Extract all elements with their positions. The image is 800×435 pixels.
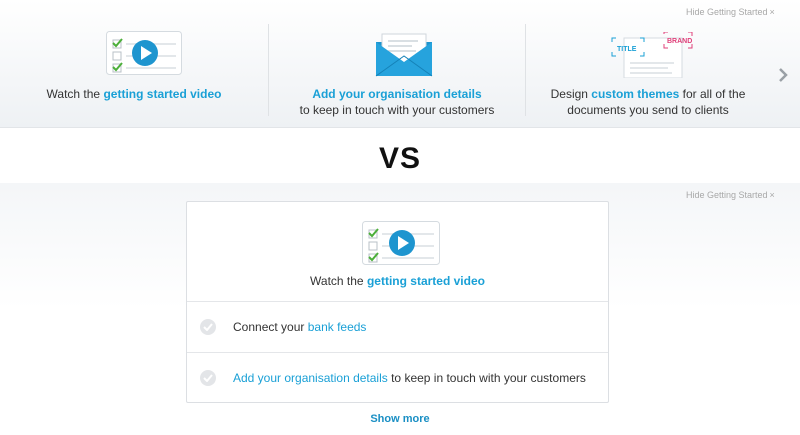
- checklist-item-text: Connect your bank feeds: [233, 320, 367, 334]
- add-organisation-details-link[interactable]: Add your organisation details: [312, 87, 481, 101]
- card-video: Watch the getting started video: [0, 0, 268, 127]
- hide-getting-started-link[interactable]: Hide Getting Started ×: [686, 190, 775, 200]
- vs-label: VS: [378, 142, 422, 175]
- check-icon: [200, 319, 216, 335]
- card-organisation-text: Add your organisation details to keep in…: [299, 87, 495, 117]
- checklist-item-text: Add your organisation details to keep in…: [233, 371, 586, 385]
- card-themes: TITLE BRAND Design custom themes for all…: [526, 0, 770, 127]
- video-checklist-icon[interactable]: [362, 221, 440, 265]
- checklist-video-text: Watch the getting started video: [310, 274, 485, 288]
- getting-started-carousel: Hide Getting Started × Watch the getting …: [0, 0, 800, 128]
- checklist-item-bank-feeds[interactable]: Connect your bank feeds: [187, 302, 608, 353]
- add-organisation-details-link[interactable]: Add your organisation details: [233, 371, 388, 385]
- card-organisation: Add your organisation details to keep in…: [269, 0, 525, 127]
- checklist-item-organisation[interactable]: Add your organisation details to keep in…: [187, 353, 608, 403]
- check-icon: [200, 370, 216, 386]
- getting-started-video-link[interactable]: getting started video: [367, 274, 485, 288]
- video-checklist-icon[interactable]: [106, 31, 182, 75]
- checklist-video-section: Watch the getting started video: [187, 202, 608, 302]
- custom-theme-icon[interactable]: TITLE BRAND: [610, 32, 694, 78]
- chevron-right-icon[interactable]: [778, 66, 788, 86]
- close-icon[interactable]: ×: [770, 7, 775, 17]
- checklist-box: Watch the getting started video Connect …: [186, 201, 609, 403]
- close-icon[interactable]: ×: [770, 190, 775, 200]
- theme-tag-title: TITLE: [617, 46, 637, 53]
- envelope-icon[interactable]: [372, 28, 436, 78]
- bank-feeds-link[interactable]: bank feeds: [308, 320, 367, 334]
- show-more-link[interactable]: Show more: [0, 413, 800, 425]
- getting-started-video-link[interactable]: getting started video: [103, 87, 221, 101]
- card-video-text: Watch the getting started video: [46, 87, 222, 101]
- card-themes-text: Design custom themes for all of the docu…: [550, 87, 746, 117]
- custom-themes-link[interactable]: custom themes: [591, 87, 679, 101]
- theme-tag-brand: BRAND: [667, 38, 692, 45]
